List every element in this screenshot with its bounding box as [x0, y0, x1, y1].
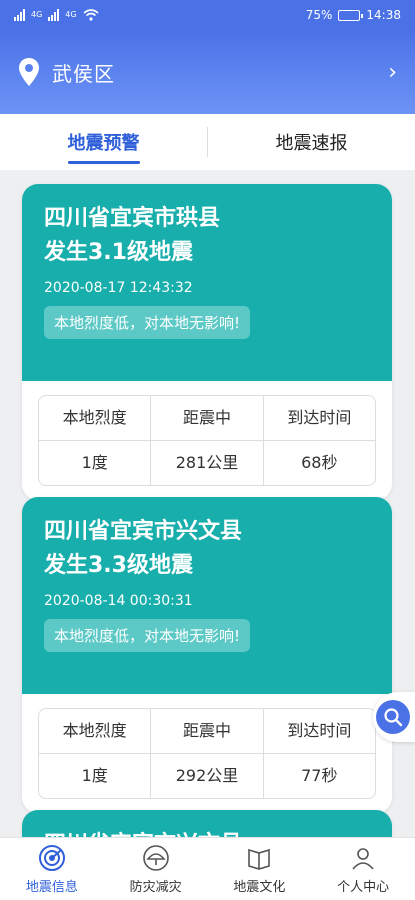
card-info-table: 本地烈度 距震中 到达时间 1度 292公里 77秒	[38, 708, 376, 799]
wifi-icon	[83, 9, 99, 21]
nav-personal-center[interactable]: 个人中心	[311, 838, 415, 900]
table-row: 1度 292公里 77秒	[39, 753, 375, 798]
nav-label: 防灾减灾	[129, 879, 182, 895]
battery-percent: 75%	[305, 8, 333, 22]
network-type-1: 4G	[31, 10, 43, 19]
card-title-line1: 四川省宜宾市兴文县	[44, 828, 372, 837]
header-distance: 距震中	[150, 709, 262, 753]
nav-earthquake-info[interactable]: 地震信息	[0, 838, 104, 900]
book-icon	[248, 848, 271, 870]
header-intensity: 本地烈度	[62, 408, 127, 427]
district-name: 武侯区	[52, 61, 115, 86]
card-hint: 本地烈度低，对本地无影响!	[44, 306, 251, 339]
status-left: 4G 4G	[14, 9, 99, 21]
table-header-row: 本地烈度 距震中 到达时间	[39, 396, 375, 440]
umbrella-icon	[142, 844, 169, 871]
card-title-line1: 四川省宜宾市珙县	[44, 206, 221, 231]
tab-bar: 地震预警 地震速报	[0, 114, 415, 170]
card-info-table: 本地烈度 距震中 到达时间 1度 281公里 68秒	[38, 395, 376, 486]
header-intensity: 本地烈度	[62, 721, 127, 740]
card-title-line1: 四川省宜宾市兴文县	[44, 519, 243, 544]
card-time: 2020-08-17 12:43:32	[44, 280, 193, 296]
card-title-line2: 发生3.3级地震	[44, 553, 193, 578]
status-bar: 4G 4G 75% 14:38	[0, 0, 415, 30]
floating-search-button[interactable]	[373, 692, 415, 742]
user-icon	[352, 847, 374, 870]
location-pin-icon	[19, 58, 39, 86]
value-intensity: 1度	[81, 453, 108, 472]
header-arrival: 到达时间	[262, 709, 375, 753]
card-hint: 本地烈度低，对本地无影响!	[44, 619, 251, 652]
search-circle	[376, 700, 410, 734]
nav-earthquake-culture[interactable]: 地震文化	[208, 838, 312, 900]
earthquake-card[interactable]: 四川省宜宾市兴文县 发生3.3级地震 2020-08-14 00:30:31 本…	[22, 497, 392, 813]
card-header: 四川省宜宾市兴文县	[22, 810, 392, 837]
value-distance: 281公里	[150, 441, 262, 485]
header-distance: 距震中	[150, 396, 262, 440]
earthquake-feed[interactable]: 四川省宜宾市珙县 发生3.1级地震 2020-08-17 12:43:32 本地…	[0, 170, 415, 837]
card-header: 四川省宜宾市珙县 发生3.1级地震 2020-08-17 12:43:32 本地…	[22, 184, 392, 381]
card-title-line2: 发生3.1级地震	[44, 240, 193, 265]
location-header[interactable]: 武侯区 ›	[0, 30, 415, 114]
header-arrival: 到达时间	[262, 396, 375, 440]
chevron-right-icon[interactable]: ›	[388, 60, 397, 85]
card-time: 2020-08-14 00:30:31	[44, 593, 193, 609]
table-row: 1度 281公里 68秒	[39, 440, 375, 485]
value-arrival: 68秒	[262, 441, 375, 485]
card-header: 四川省宜宾市兴文县 发生3.3级地震 2020-08-14 00:30:31 本…	[22, 497, 392, 694]
clock: 14:38	[366, 8, 401, 22]
value-distance: 292公里	[150, 754, 262, 798]
nav-label: 地震文化	[233, 879, 286, 895]
tab-earthquake-warning[interactable]: 地震预警	[0, 114, 207, 170]
earthquake-card[interactable]: 四川省宜宾市兴文县	[22, 810, 392, 837]
nav-label: 地震信息	[25, 879, 78, 895]
nav-label: 个人中心	[337, 879, 390, 895]
tab-earthquake-report[interactable]: 地震速报	[208, 114, 415, 170]
battery-icon	[338, 9, 364, 21]
nav-disaster-prevention[interactable]: 防灾减灾	[104, 838, 208, 900]
signal-icon-2	[48, 9, 60, 21]
status-right: 75% 14:38	[306, 8, 401, 22]
network-type-2: 4G	[65, 10, 77, 19]
search-icon	[384, 708, 403, 727]
value-arrival: 77秒	[262, 754, 375, 798]
table-header-row: 本地烈度 距震中 到达时间	[39, 709, 375, 753]
signal-icon	[14, 9, 25, 21]
radar-icon	[38, 844, 65, 871]
earthquake-card[interactable]: 四川省宜宾市珙县 发生3.1级地震 2020-08-17 12:43:32 本地…	[22, 184, 392, 500]
value-intensity: 1度	[81, 766, 108, 785]
bottom-nav: 地震信息 防灾减灾 地震文化 个人中心	[0, 837, 415, 900]
